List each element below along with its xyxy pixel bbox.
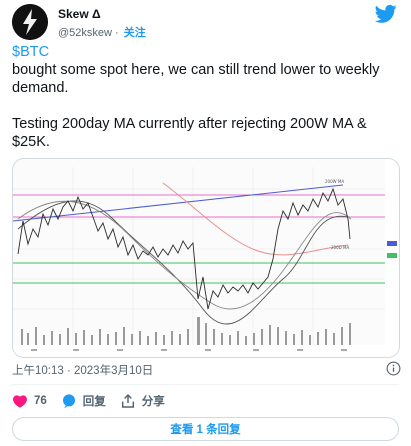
follow-button[interactable]: 关注 <box>124 27 146 39</box>
reply-button[interactable]: 回复 <box>61 393 106 409</box>
divider <box>12 384 399 385</box>
tweet-line-2: Testing 200day MA currently after reject… <box>12 116 367 150</box>
tweet-card: Skew Δ @52kskew · 关注 $BTC bought some sp… <box>0 0 411 446</box>
like-count: 76 <box>34 395 47 407</box>
lightning-logo-icon <box>12 4 48 40</box>
reply-bubble-icon <box>62 394 75 409</box>
price-chart-picture: 200W MA 200D MA <box>13 159 399 357</box>
share-icon <box>121 393 134 408</box>
svg-text:200W MA: 200W MA <box>325 179 344 184</box>
separator-dot: · <box>115 27 119 39</box>
view-replies-button[interactable]: 查看 1 条回复 <box>12 417 399 441</box>
tweet-actions: 76 回复 分享 <box>12 391 179 411</box>
tweet-header: Skew Δ @52kskew · 关注 <box>12 4 399 40</box>
share-label: 分享 <box>141 396 165 408</box>
svg-text:200D MA: 200D MA <box>331 245 349 250</box>
author-handle[interactable]: @52kskew <box>58 27 112 39</box>
tweet-timestamp[interactable]: 上午10:13 · 2023年3月10日 <box>12 362 153 378</box>
share-button[interactable]: 分享 <box>120 393 165 409</box>
tweet-text: $BTC bought some spot here, we can still… <box>12 43 402 151</box>
avatar[interactable] <box>12 4 48 40</box>
twitter-bird-icon[interactable] <box>375 4 397 24</box>
author-name[interactable]: Skew Δ <box>58 7 101 21</box>
tweet-line-1: bought some spot here, we can still tren… <box>12 62 380 96</box>
author-handle-row: @52kskew · 关注 <box>58 24 146 40</box>
info-icon[interactable] <box>386 361 401 376</box>
chart-image[interactable]: 200W MA 200D MA <box>12 158 400 358</box>
like-button[interactable]: 76 <box>12 394 47 408</box>
heart-icon <box>13 395 27 408</box>
reply-label: 回复 <box>82 396 106 408</box>
cashtag-link[interactable]: $BTC <box>12 44 49 60</box>
